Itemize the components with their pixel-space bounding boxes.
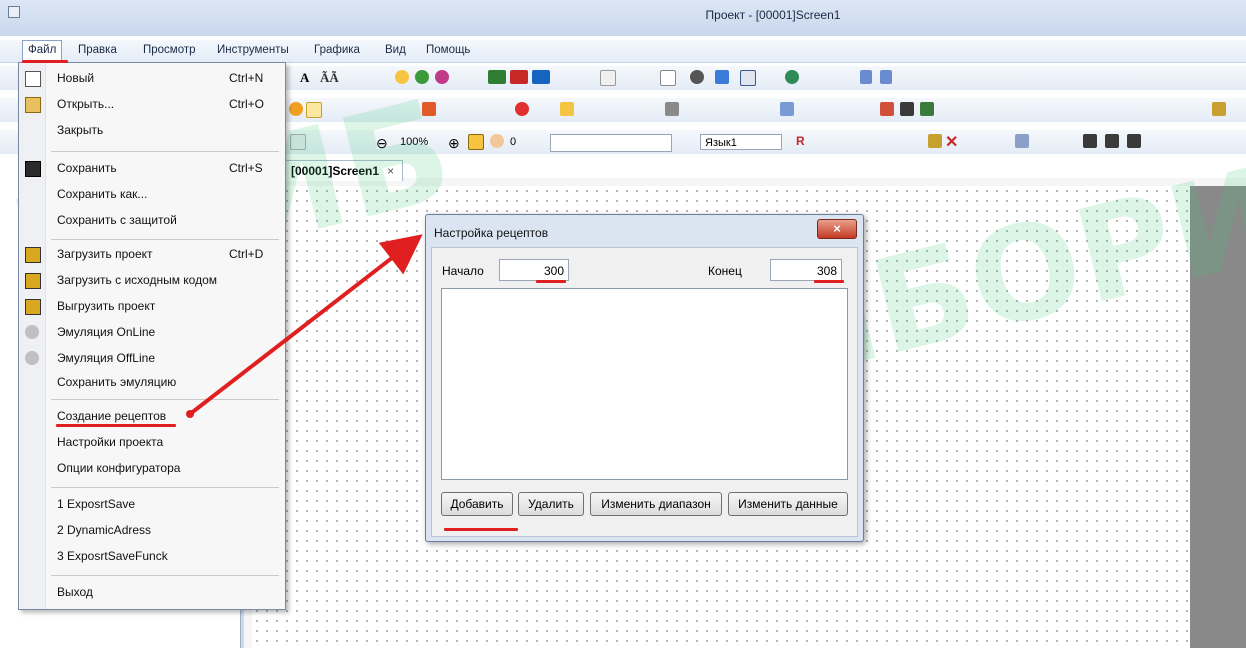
arrow-origin-dot [186, 410, 194, 418]
annotation-arrow [186, 234, 423, 418]
arrow-line [188, 234, 423, 416]
